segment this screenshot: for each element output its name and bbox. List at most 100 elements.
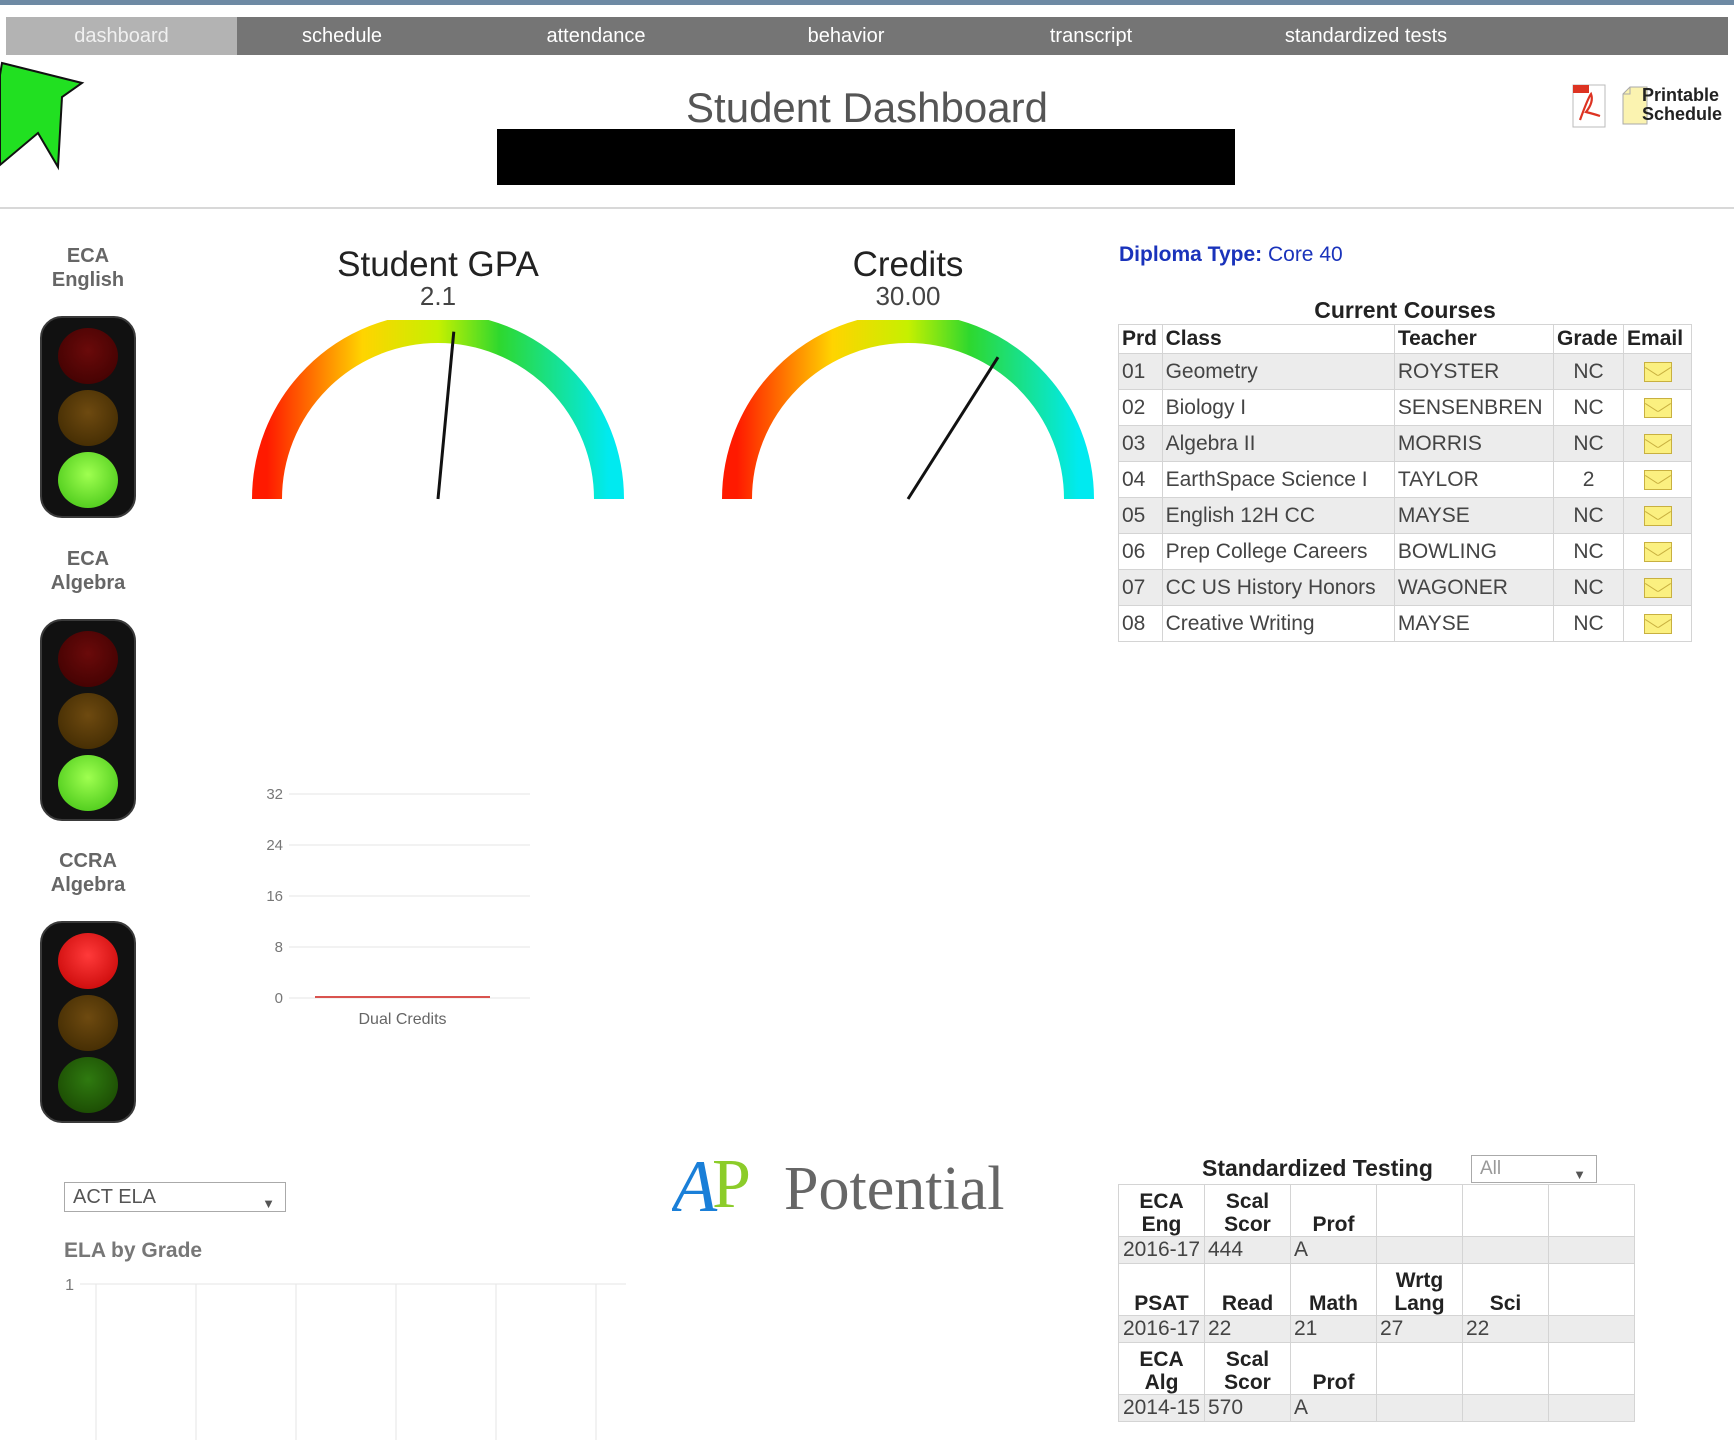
testing-header-cell <box>1376 1184 1463 1237</box>
y-tick-label: 1 <box>65 1277 74 1294</box>
logo-text: Potential <box>784 1155 1004 1223</box>
y-tick-label: 0 <box>275 990 283 1007</box>
testing-filter-select[interactable]: All ▼ <box>1471 1155 1597 1183</box>
email-icon[interactable] <box>1643 469 1672 490</box>
course-grade: NC <box>1553 569 1625 606</box>
testing-header-cell <box>1462 1184 1549 1237</box>
col-email: Email <box>1623 324 1692 354</box>
course-email-cell <box>1623 389 1692 426</box>
course-class: English 12H CC <box>1161 497 1395 534</box>
ela-test-select[interactable]: ACT ELA ▼ <box>64 1182 286 1212</box>
course-class: Biology I <box>1161 389 1395 426</box>
course-grade: NC <box>1553 425 1625 462</box>
testing-header-cell: Wrtg Lang <box>1376 1263 1463 1316</box>
testing-header-cell <box>1548 1263 1635 1316</box>
testing-score-cell: 570 <box>1204 1394 1291 1422</box>
chevron-down-icon: ▼ <box>262 1196 275 1211</box>
email-icon[interactable] <box>1643 433 1672 454</box>
testing-score-cell <box>1376 1394 1463 1422</box>
ela-by-grade-chart: 1 <box>65 1277 626 1440</box>
course-email-cell <box>1623 461 1692 498</box>
testing-header-cell: Math <box>1290 1263 1377 1316</box>
course-prd: 05 <box>1118 497 1163 534</box>
gpa-gauge <box>252 320 624 500</box>
col-grade: Grade <box>1553 324 1625 354</box>
header-divider <box>0 207 1734 209</box>
course-class: Prep College Careers <box>1161 533 1395 570</box>
green-bulb <box>58 452 118 508</box>
testing-filter-value: All <box>1480 1158 1502 1179</box>
email-icon[interactable] <box>1643 541 1672 562</box>
course-grade: NC <box>1553 389 1625 426</box>
course-grade: NC <box>1553 533 1625 570</box>
testing-header-cell <box>1548 1184 1635 1237</box>
testing-header-cell: Scal Scor <box>1204 1184 1291 1237</box>
redacted-student-name <box>497 129 1235 185</box>
gpa-needle <box>436 331 456 500</box>
testing-header-row: PSAT Read Math Wrtg Lang Sci <box>1118 1263 1635 1316</box>
testing-score-row: 2016-17 444 A <box>1118 1236 1635 1264</box>
course-teacher: ROYSTER <box>1393 353 1555 390</box>
table-row: 07 CC US History Honors WAGONER NC <box>1118 569 1692 606</box>
course-prd: 07 <box>1118 569 1163 606</box>
testing-header-row: ECA Alg Scal Scor Prof <box>1118 1342 1635 1395</box>
testing-score-cell: 27 <box>1376 1315 1463 1343</box>
bar-dual-credits <box>315 996 490 998</box>
ap-potential-logo: A P Potential <box>672 1146 1004 1225</box>
page-title: Student Dashboard <box>686 84 1048 131</box>
email-icon[interactable] <box>1643 613 1672 634</box>
course-grade: NC <box>1553 605 1625 642</box>
email-icon[interactable] <box>1643 397 1672 418</box>
testing-score-cell: A <box>1290 1236 1377 1264</box>
testing-score-cell: 2014-15 <box>1118 1394 1205 1422</box>
col-teacher: Teacher <box>1393 324 1555 354</box>
red-bulb <box>58 933 118 989</box>
course-email-cell <box>1623 353 1692 390</box>
printable-schedule-button[interactable]: Printable Schedule <box>1622 84 1734 128</box>
x-category-label: Dual Credits <box>358 1011 446 1028</box>
indicator-label-ccra-algebra: CCRA Algebra <box>50 850 126 896</box>
course-class: EarthSpace Science I <box>1161 461 1395 498</box>
tab-schedule[interactable]: schedule <box>237 17 447 55</box>
course-class: Creative Writing <box>1161 605 1395 642</box>
traffic-light-ccra-algebra <box>40 921 136 1123</box>
gpa-gauge-value: 2.1 <box>419 281 457 311</box>
tab-standardized-tests[interactable]: standardized tests <box>1236 17 1496 55</box>
testing-header-cell: ECA Alg <box>1118 1342 1205 1395</box>
testing-score-cell: A <box>1290 1394 1377 1422</box>
testing-score-cell: 2016-17 <box>1118 1236 1205 1264</box>
green-bulb <box>58 1057 118 1113</box>
tab-attendance[interactable]: attendance <box>481 17 711 55</box>
course-class: CC US History Honors <box>1161 569 1395 606</box>
red-bulb <box>58 631 118 687</box>
course-prd: 04 <box>1118 461 1163 498</box>
course-class: Algebra II <box>1161 425 1395 462</box>
course-prd: 02 <box>1118 389 1163 426</box>
amber-bulb <box>58 995 118 1051</box>
table-row: 05 English 12H CC MAYSE NC <box>1118 497 1692 534</box>
tab-behavior[interactable]: behavior <box>746 17 946 55</box>
dual-credits-chart: 0 8 16 24 32 Dual Credits <box>266 786 530 1028</box>
amber-bulb <box>58 390 118 446</box>
course-email-cell <box>1623 533 1692 570</box>
tab-dashboard[interactable]: dashboard <box>6 17 237 55</box>
tab-transcript[interactable]: transcript <box>991 17 1191 55</box>
course-prd: 01 <box>1118 353 1163 390</box>
table-row: 08 Creative Writing MAYSE NC <box>1118 605 1692 642</box>
testing-header-cell: Sci <box>1462 1263 1549 1316</box>
email-icon[interactable] <box>1643 361 1672 382</box>
testing-header-row: ECA Eng Scal Scor Prof <box>1118 1184 1635 1237</box>
standardized-testing-caption: Standardized Testing <box>1202 1155 1433 1181</box>
email-icon[interactable] <box>1643 577 1672 598</box>
pdf-download-button[interactable] <box>1572 84 1606 128</box>
course-email-cell <box>1623 425 1692 462</box>
course-teacher: BOWLING <box>1393 533 1555 570</box>
gpa-gauge-title: Student GPA <box>337 245 539 284</box>
logo-ap-p: P <box>712 1146 751 1223</box>
traffic-light-eca-english <box>40 316 136 518</box>
testing-score-row: 2014-15 570 A <box>1118 1394 1635 1422</box>
testing-header-cell <box>1548 1342 1635 1395</box>
email-icon[interactable] <box>1643 505 1672 526</box>
standardized-testing-table: ECA Eng Scal Scor Prof 2016-17 444 A PSAT Read M… <box>1118 1184 1635 1422</box>
red-bulb <box>58 328 118 384</box>
